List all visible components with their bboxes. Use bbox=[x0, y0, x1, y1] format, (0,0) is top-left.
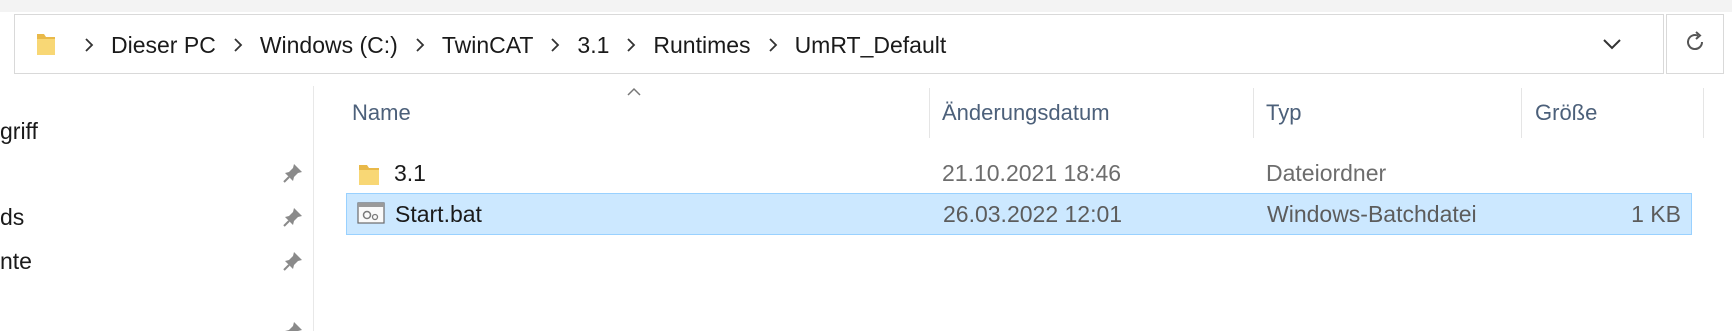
breadcrumb-windows-c[interactable]: Windows (C:) bbox=[252, 15, 406, 75]
file-type: Dateiordner bbox=[1266, 160, 1387, 186]
column-divider[interactable] bbox=[1253, 88, 1254, 138]
navigation-pane: griff ds nte bbox=[0, 86, 313, 331]
chevron-right-icon[interactable] bbox=[759, 38, 787, 52]
chevron-right-icon[interactable] bbox=[75, 38, 103, 52]
column-divider[interactable] bbox=[1521, 88, 1522, 138]
pin-icon[interactable] bbox=[282, 162, 304, 184]
file-size: 1 KB bbox=[1631, 201, 1681, 227]
file-date: 21.10.2021 18:46 bbox=[942, 160, 1122, 186]
pin-icon[interactable] bbox=[282, 250, 304, 272]
file-type: Windows-Batchdatei bbox=[1267, 201, 1477, 227]
window-top-strip bbox=[0, 0, 1732, 12]
column-header-name[interactable]: Name bbox=[352, 100, 411, 126]
chevron-right-icon[interactable] bbox=[406, 38, 434, 52]
breadcrumb: Dieser PC Windows (C:) TwinCAT 3.1 Runti… bbox=[75, 15, 954, 75]
file-row-selected[interactable]: Start.bat 26.03.2022 12:01 Windows-Batch… bbox=[346, 193, 1692, 235]
refresh-button[interactable] bbox=[1666, 14, 1724, 74]
file-name: Start.bat bbox=[395, 201, 482, 227]
chevron-right-icon[interactable] bbox=[224, 38, 252, 52]
pin-icon[interactable] bbox=[282, 320, 304, 331]
refresh-icon bbox=[1683, 30, 1707, 59]
sort-ascending-icon bbox=[626, 84, 642, 102]
breadcrumb-umrt-default[interactable]: UmRT_Default bbox=[787, 15, 955, 75]
column-header-size[interactable]: Größe bbox=[1535, 100, 1597, 126]
breadcrumb-twincat[interactable]: TwinCAT bbox=[434, 15, 542, 75]
chevron-right-icon[interactable] bbox=[617, 38, 645, 52]
folder-icon bbox=[35, 31, 57, 62]
address-bar[interactable]: Dieser PC Windows (C:) TwinCAT 3.1 Runti… bbox=[14, 14, 1664, 74]
pane-divider[interactable] bbox=[313, 86, 314, 331]
column-divider[interactable] bbox=[1703, 88, 1704, 138]
breadcrumb-dieser-pc[interactable]: Dieser PC bbox=[103, 15, 224, 75]
column-divider[interactable] bbox=[929, 88, 930, 138]
folder-icon bbox=[356, 161, 382, 192]
nav-item-downloads[interactable]: ds bbox=[0, 204, 24, 231]
pin-icon[interactable] bbox=[282, 206, 304, 228]
column-header-type[interactable]: Typ bbox=[1266, 100, 1301, 126]
column-header-date[interactable]: Änderungsdatum bbox=[942, 100, 1110, 126]
breadcrumb-runtimes[interactable]: Runtimes bbox=[645, 15, 758, 75]
batch-file-icon bbox=[357, 201, 385, 230]
chevron-right-icon[interactable] bbox=[541, 38, 569, 52]
file-date: 26.03.2022 12:01 bbox=[943, 201, 1123, 227]
file-name: 3.1 bbox=[394, 160, 426, 186]
breadcrumb-3-1[interactable]: 3.1 bbox=[569, 15, 617, 75]
chevron-down-icon[interactable] bbox=[1592, 14, 1632, 74]
nav-item-quick-access[interactable]: griff bbox=[0, 118, 38, 145]
file-row[interactable]: 3.1 21.10.2021 18:46 Dateiordner bbox=[346, 153, 1692, 195]
nav-item-documents[interactable]: nte bbox=[0, 248, 32, 275]
